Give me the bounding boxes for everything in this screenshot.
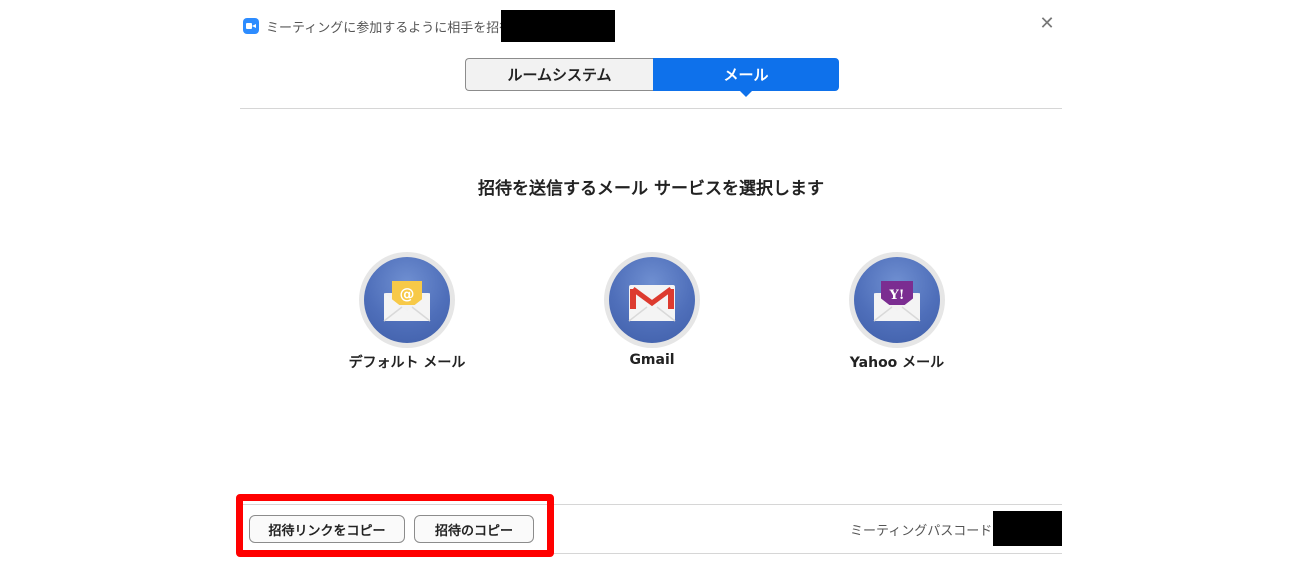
tab-email[interactable]: メール — [653, 58, 839, 97]
segmented-control: ルームシステム メール — [465, 58, 839, 97]
svg-text:@: @ — [400, 285, 415, 303]
passcode-label: ミーティングパスコード： — [850, 524, 1006, 539]
copy-invitation-button[interactable]: 招待のコピー — [414, 515, 534, 543]
page-title: 招待を送信するメール サービスを選択します — [478, 179, 824, 199]
gmail-label: Gmail — [629, 352, 675, 368]
svg-text:Y!: Y! — [889, 288, 905, 303]
zoom-app-icon — [243, 18, 259, 34]
gmail-icon — [604, 252, 700, 348]
page: ミーティングに参加するように相手を招待 ✕ ルームシステム メール 招待を送信す… — [0, 0, 1293, 561]
gmail-button[interactable]: Gmail — [552, 252, 752, 382]
yahoo-mail-icon: Y! — [849, 252, 945, 348]
window-title: ミーティングに参加するように相手を招待 — [266, 21, 513, 36]
invite-dialog: ミーティングに参加するように相手を招待 ✕ ルームシステム メール 招待を送信す… — [240, 10, 1062, 554]
default-mail-button[interactable]: @ デフォルト メール — [307, 252, 507, 382]
copy-invite-link-button[interactable]: 招待リンクをコピー — [249, 515, 405, 543]
tab-room-system[interactable]: ルームシステム — [465, 58, 653, 91]
title-bar: ミーティングに参加するように相手を招待 ✕ — [240, 10, 1062, 46]
yahoo-mail-button[interactable]: Y! Yahoo メール — [797, 252, 997, 382]
tab-bar: ルームシステム メール — [240, 42, 1062, 109]
redaction-box — [993, 511, 1062, 546]
redaction-box — [501, 10, 615, 46]
default-mail-icon: @ — [359, 252, 455, 348]
default-mail-label: デフォルト メール — [348, 355, 466, 371]
footer-bar: 招待リンクをコピー 招待のコピー ミーティングパスコード： — [240, 504, 1062, 554]
yahoo-mail-label: Yahoo メール — [849, 355, 945, 371]
close-icon[interactable]: ✕ — [1038, 15, 1056, 33]
